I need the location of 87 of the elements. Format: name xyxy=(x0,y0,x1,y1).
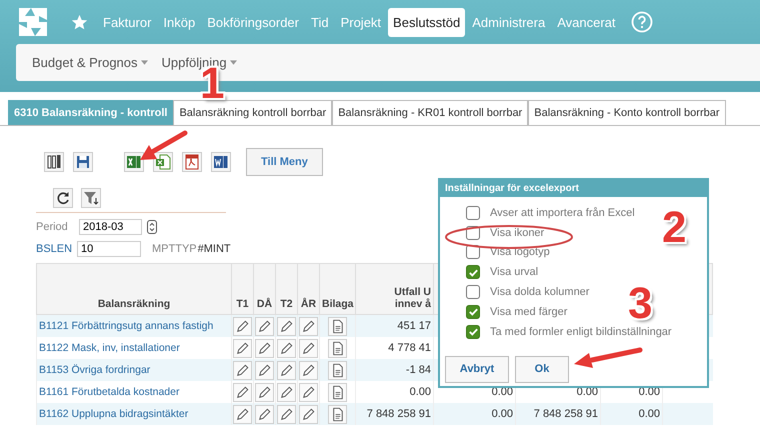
tab[interactable]: Balansräkning - KR01 kontroll borrbar xyxy=(332,100,528,125)
dialog-button[interactable]: Avbryt xyxy=(445,356,509,383)
dialog-button[interactable]: Ok xyxy=(515,356,569,383)
submenu-item[interactable]: Uppföljning xyxy=(162,55,237,70)
pencil-icon[interactable] xyxy=(233,360,252,380)
option-label: Visa dolda kolumner xyxy=(490,286,590,298)
pencil-icon[interactable] xyxy=(233,404,252,424)
amount-cell: 0.00 xyxy=(492,408,513,420)
document-icon[interactable] xyxy=(328,338,347,358)
columns-icon[interactable] xyxy=(44,152,64,172)
refresh-icon[interactable] xyxy=(53,188,73,208)
annotation-number: 3 xyxy=(628,282,652,326)
pencil-icon[interactable] xyxy=(255,360,274,380)
dialog-title: Inställningar för excelexport xyxy=(440,180,707,197)
document-icon[interactable] xyxy=(328,360,347,380)
excel-icon[interactable] xyxy=(124,152,144,172)
option-label: Visa ikoner xyxy=(490,226,544,239)
option-label: Visa med färger xyxy=(490,306,568,318)
nav-item[interactable]: Beslutsstöd xyxy=(388,8,466,36)
tab[interactable]: 6310 Balansräkning - kontroll xyxy=(8,100,174,125)
amount-cell: 7 848 258 91 xyxy=(534,408,598,420)
document-icon[interactable] xyxy=(328,316,347,336)
option-label: Avser att importera från Excel xyxy=(490,206,635,219)
period-label: Period xyxy=(36,221,69,233)
spinner-icon[interactable] xyxy=(147,220,157,234)
pencil-icon[interactable] xyxy=(233,338,252,358)
document-icon[interactable] xyxy=(328,382,347,402)
column-header: ÅR xyxy=(298,264,320,314)
caret-icon xyxy=(230,60,237,65)
bslen-label: BSLEN xyxy=(36,243,72,255)
pencil-icon[interactable] xyxy=(277,382,296,402)
document-icon[interactable] xyxy=(328,404,347,424)
column-header: Utfall U innev å xyxy=(356,264,434,314)
word-icon[interactable] xyxy=(211,152,231,172)
period-field[interactable]: 2018-03 xyxy=(79,219,142,235)
pencil-icon[interactable] xyxy=(299,316,318,336)
tab[interactable]: Balansräkning - Konto kontroll borrbar xyxy=(528,100,726,125)
pencil-icon[interactable] xyxy=(277,404,296,424)
pencil-icon[interactable] xyxy=(277,338,296,358)
checkbox[interactable] xyxy=(466,285,480,300)
pencil-icon[interactable] xyxy=(233,316,252,336)
mpttyp-value: #MINT xyxy=(198,243,231,255)
mpttyp-label: MPTTYP xyxy=(152,243,197,255)
account-link[interactable]: B1153 Övriga fordringar xyxy=(36,359,232,381)
pencil-icon[interactable] xyxy=(233,382,252,402)
annotation-arrow xyxy=(574,348,642,368)
menu-button[interactable]: Till Meny xyxy=(246,148,323,176)
account-link[interactable]: B1121 Förbättringsutg annans fastigh xyxy=(36,314,232,337)
star-icon[interactable] xyxy=(71,14,88,30)
pencil-icon[interactable] xyxy=(255,338,274,358)
checkbox[interactable] xyxy=(466,265,480,280)
checkbox[interactable] xyxy=(466,304,480,319)
pencil-icon[interactable] xyxy=(277,316,296,336)
save-icon[interactable] xyxy=(73,152,93,172)
annotation-number: 2 xyxy=(662,206,686,250)
checkbox[interactable] xyxy=(466,324,480,339)
account-link[interactable]: B1162 Upplupna bidragsintäkter xyxy=(36,403,232,425)
submenu-item[interactable]: Budget & Prognos xyxy=(32,55,148,70)
pdf-icon[interactable] xyxy=(182,152,202,172)
pencil-icon[interactable] xyxy=(299,338,318,358)
column-header: T2 xyxy=(276,264,298,314)
pencil-icon[interactable] xyxy=(255,404,274,424)
option-label: Ta med formler enligt bildinställningar xyxy=(490,326,672,338)
pencil-icon[interactable] xyxy=(299,360,318,380)
option-label: Visa urval xyxy=(490,266,538,278)
caret-icon xyxy=(140,60,148,65)
amount-cell: 0.00 xyxy=(638,408,660,420)
amount-cell: 0.00 xyxy=(410,386,431,398)
column-header: T1 xyxy=(232,264,254,314)
filter-icon[interactable] xyxy=(81,188,101,208)
column-header: Bilaga xyxy=(320,264,356,314)
bslen-field[interactable]: 10 xyxy=(77,241,141,257)
pencil-icon[interactable] xyxy=(255,316,274,336)
pencil-icon[interactable] xyxy=(255,382,274,402)
checkbox[interactable] xyxy=(466,206,480,220)
pencil-icon[interactable] xyxy=(299,382,318,402)
amount-cell: 4 778 41 xyxy=(388,342,431,354)
amount-cell: 7 848 258 91 xyxy=(366,408,431,420)
pencil-icon[interactable] xyxy=(277,360,296,380)
column-header: DÅ xyxy=(254,264,276,314)
column-header: Balansräkning xyxy=(36,264,232,314)
amount-cell: 451 17 xyxy=(397,320,431,332)
annotation-arrow xyxy=(140,130,188,160)
excel-file-icon[interactable] xyxy=(153,152,173,172)
amount-cell: -1 84 xyxy=(406,364,431,376)
pencil-icon[interactable] xyxy=(299,404,318,424)
tab[interactable]: Balansräkning kontroll borrbar xyxy=(173,100,332,125)
